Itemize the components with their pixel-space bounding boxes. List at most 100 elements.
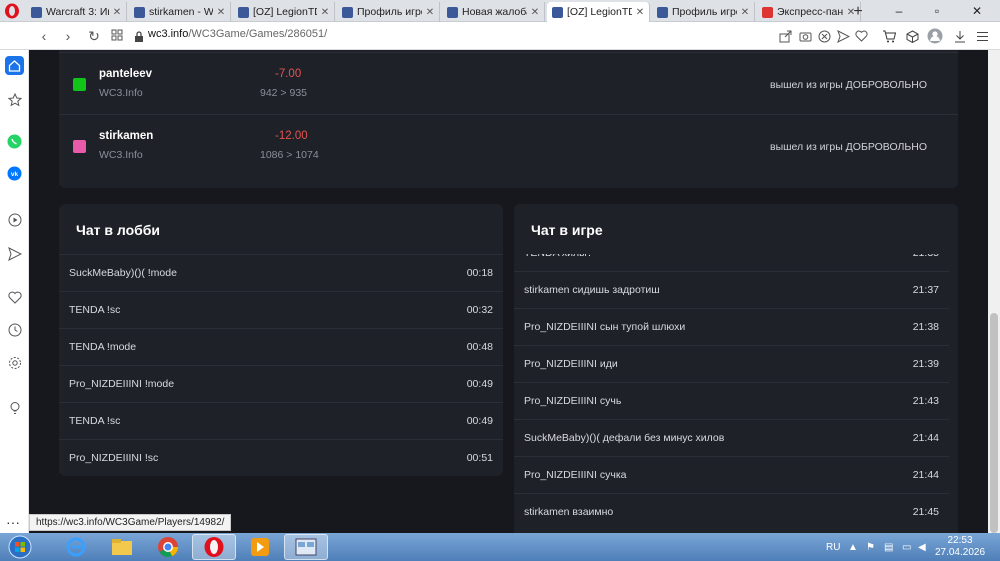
chat-message-text: Pro_NIZDEIIINI сучь: [524, 395, 622, 407]
chat-message: stirkamen взаимно 21:45: [514, 493, 949, 530]
send-sidebar-icon[interactable]: [5, 244, 24, 263]
cart-icon[interactable]: [880, 27, 898, 45]
explorer-icon[interactable]: [100, 534, 144, 560]
forward-button[interactable]: ›: [58, 26, 78, 46]
tray-arrow-icon[interactable]: ▲: [848, 533, 858, 561]
chat-message: SuckMeBaby)()( дефали без минус хилов 21:…: [514, 419, 949, 456]
lightbulb-icon[interactable]: [5, 398, 24, 417]
media-player-icon[interactable]: [238, 534, 282, 560]
tray-network-icon[interactable]: ▤: [884, 533, 893, 561]
reload-button[interactable]: ↻: [84, 26, 104, 46]
heart-sidebar-icon[interactable]: [5, 288, 24, 307]
download-icon[interactable]: [951, 27, 969, 45]
chat-message: TENDA !sc 00:32: [59, 291, 503, 328]
send-icon[interactable]: [834, 27, 852, 45]
scrollbar-thumb[interactable]: [990, 313, 998, 533]
camera-icon[interactable]: [796, 27, 814, 45]
tray-flag-icon[interactable]: ⚑: [866, 533, 875, 561]
chat-message-time: 00:32: [466, 304, 493, 316]
game-chat-card: TENDA хилы?21:35stirkamen сидишь задроти…: [514, 204, 958, 533]
player-elo-delta: -7.00: [275, 68, 302, 80]
url-host: wc3.info: [148, 28, 189, 40]
address-bar: ‹ › ↻ wc3.info/WC3Game/Games/286051/: [0, 22, 1000, 50]
chat-message: TENDA !mode 00:48: [59, 328, 503, 365]
tab-title: [OZ] LegionTD 4: [567, 6, 632, 18]
tab-close-icon[interactable]: ✕: [530, 7, 540, 18]
lock-icon: [130, 28, 148, 46]
tab[interactable]: Профиль игрок✕: [652, 2, 755, 22]
tray-volume-icon[interactable]: ◀: [918, 533, 926, 561]
tab[interactable]: Новая жалоба ✕: [442, 2, 545, 22]
language-indicator[interactable]: RU: [826, 533, 840, 561]
new-tab-button[interactable]: +: [848, 3, 868, 21]
adblock-icon[interactable]: [815, 27, 833, 45]
settings-icon[interactable]: [5, 353, 24, 372]
clock[interactable]: 22:53 27.04.2026: [930, 535, 990, 559]
opera-logo-icon[interactable]: [3, 2, 21, 20]
url-field[interactable]: wc3.info/WC3Game/Games/286051/: [148, 28, 327, 40]
tab-title: [OZ] LegionTD 4: [253, 6, 317, 18]
players-card: panteleev WC3.Info -7.00 942 > 935 вышел из …: [59, 50, 958, 188]
chat-message-text: SuckMeBaby)()( дефали без минус хилов: [524, 432, 725, 444]
chat-message-text: Pro_NIZDEIIINI сучка: [524, 469, 627, 481]
player-name[interactable]: stirkamen: [99, 130, 153, 142]
chat-message-text: stirkamen взаимно: [524, 506, 614, 518]
chat-message: SuckMeBaby)()( !mode 00:18: [59, 254, 503, 291]
star-icon[interactable]: [5, 90, 24, 109]
more-icon[interactable]: ···: [6, 514, 20, 530]
heart-icon[interactable]: [852, 27, 870, 45]
player-elo-delta: -12.00: [275, 130, 308, 142]
history-icon[interactable]: [5, 320, 24, 339]
share-icon[interactable]: [776, 27, 794, 45]
chat-message-time: 00:49: [466, 378, 493, 390]
chat-message-text: stirkamen сидишь задротиш: [524, 284, 660, 296]
close-window-button[interactable]: ✕: [958, 0, 996, 22]
tab[interactable]: Warcraft 3: Игрс✕: [26, 2, 127, 22]
maximize-button[interactable]: ▫: [918, 0, 956, 22]
tab-favicon-icon: [447, 6, 458, 18]
back-button[interactable]: ‹: [34, 26, 54, 46]
tab-favicon-icon: [134, 6, 145, 18]
player-source: WC3.Info: [99, 87, 143, 99]
player-icon[interactable]: [5, 210, 24, 229]
tab-close-icon[interactable]: ✕: [425, 7, 435, 18]
chat-message-text: TENDA !sc: [69, 304, 121, 316]
svg-text:vk: vk: [11, 171, 19, 178]
tab[interactable]: Профиль игрок✕: [337, 2, 440, 22]
whatsapp-icon[interactable]: [5, 132, 24, 151]
page-scrollbar[interactable]: [988, 50, 1000, 533]
sidebar: vk: [0, 50, 29, 533]
tab-close-icon[interactable]: ✕: [216, 7, 226, 18]
app-window-icon[interactable]: [284, 534, 328, 560]
profile-icon[interactable]: [926, 27, 944, 45]
vk-icon[interactable]: vk: [5, 164, 24, 183]
tab-grid-button[interactable]: [107, 26, 127, 46]
tab[interactable]: Экспресс-панел✕: [757, 2, 861, 22]
ie-icon[interactable]: [54, 534, 98, 560]
player-elo-change: 1086 > 1074: [260, 149, 319, 161]
tab-close-icon[interactable]: ✕: [740, 7, 750, 18]
chrome-icon[interactable]: [146, 534, 190, 560]
home-icon[interactable]: [5, 56, 24, 75]
tray-monitor-icon[interactable]: ▭: [902, 533, 911, 561]
tab-favicon-icon: [31, 6, 42, 18]
tab-title: Профиль игрок: [357, 6, 422, 18]
chat-message-time: 21:37: [912, 284, 939, 296]
tab[interactable]: stirkamen - WC✕: [129, 2, 231, 22]
menu-icon[interactable]: [973, 27, 991, 45]
minimize-button[interactable]: –: [880, 0, 918, 22]
player-name[interactable]: panteleev: [99, 68, 152, 80]
opera-taskbar-icon[interactable]: [192, 534, 236, 560]
chat-message-text: Pro_NIZDEIIINI !sc: [69, 452, 159, 464]
start-button[interactable]: [2, 534, 38, 560]
player-source: WC3.Info: [99, 149, 143, 161]
tab[interactable]: [OZ] LegionTD 4✕: [233, 2, 335, 22]
player-status: вышел из игры ДОБРОВОЛЬНО: [770, 79, 928, 91]
game-chat-header: Чат в игре: [514, 204, 958, 254]
tab-close-icon[interactable]: ✕: [112, 7, 122, 18]
tab-close-icon[interactable]: ✕: [635, 7, 645, 18]
tab[interactable]: [OZ] LegionTD 4✕: [547, 2, 650, 22]
cube-icon[interactable]: [903, 27, 921, 45]
tab-close-icon[interactable]: ✕: [320, 7, 330, 18]
game-chat-title: Чат в игре: [531, 222, 603, 238]
